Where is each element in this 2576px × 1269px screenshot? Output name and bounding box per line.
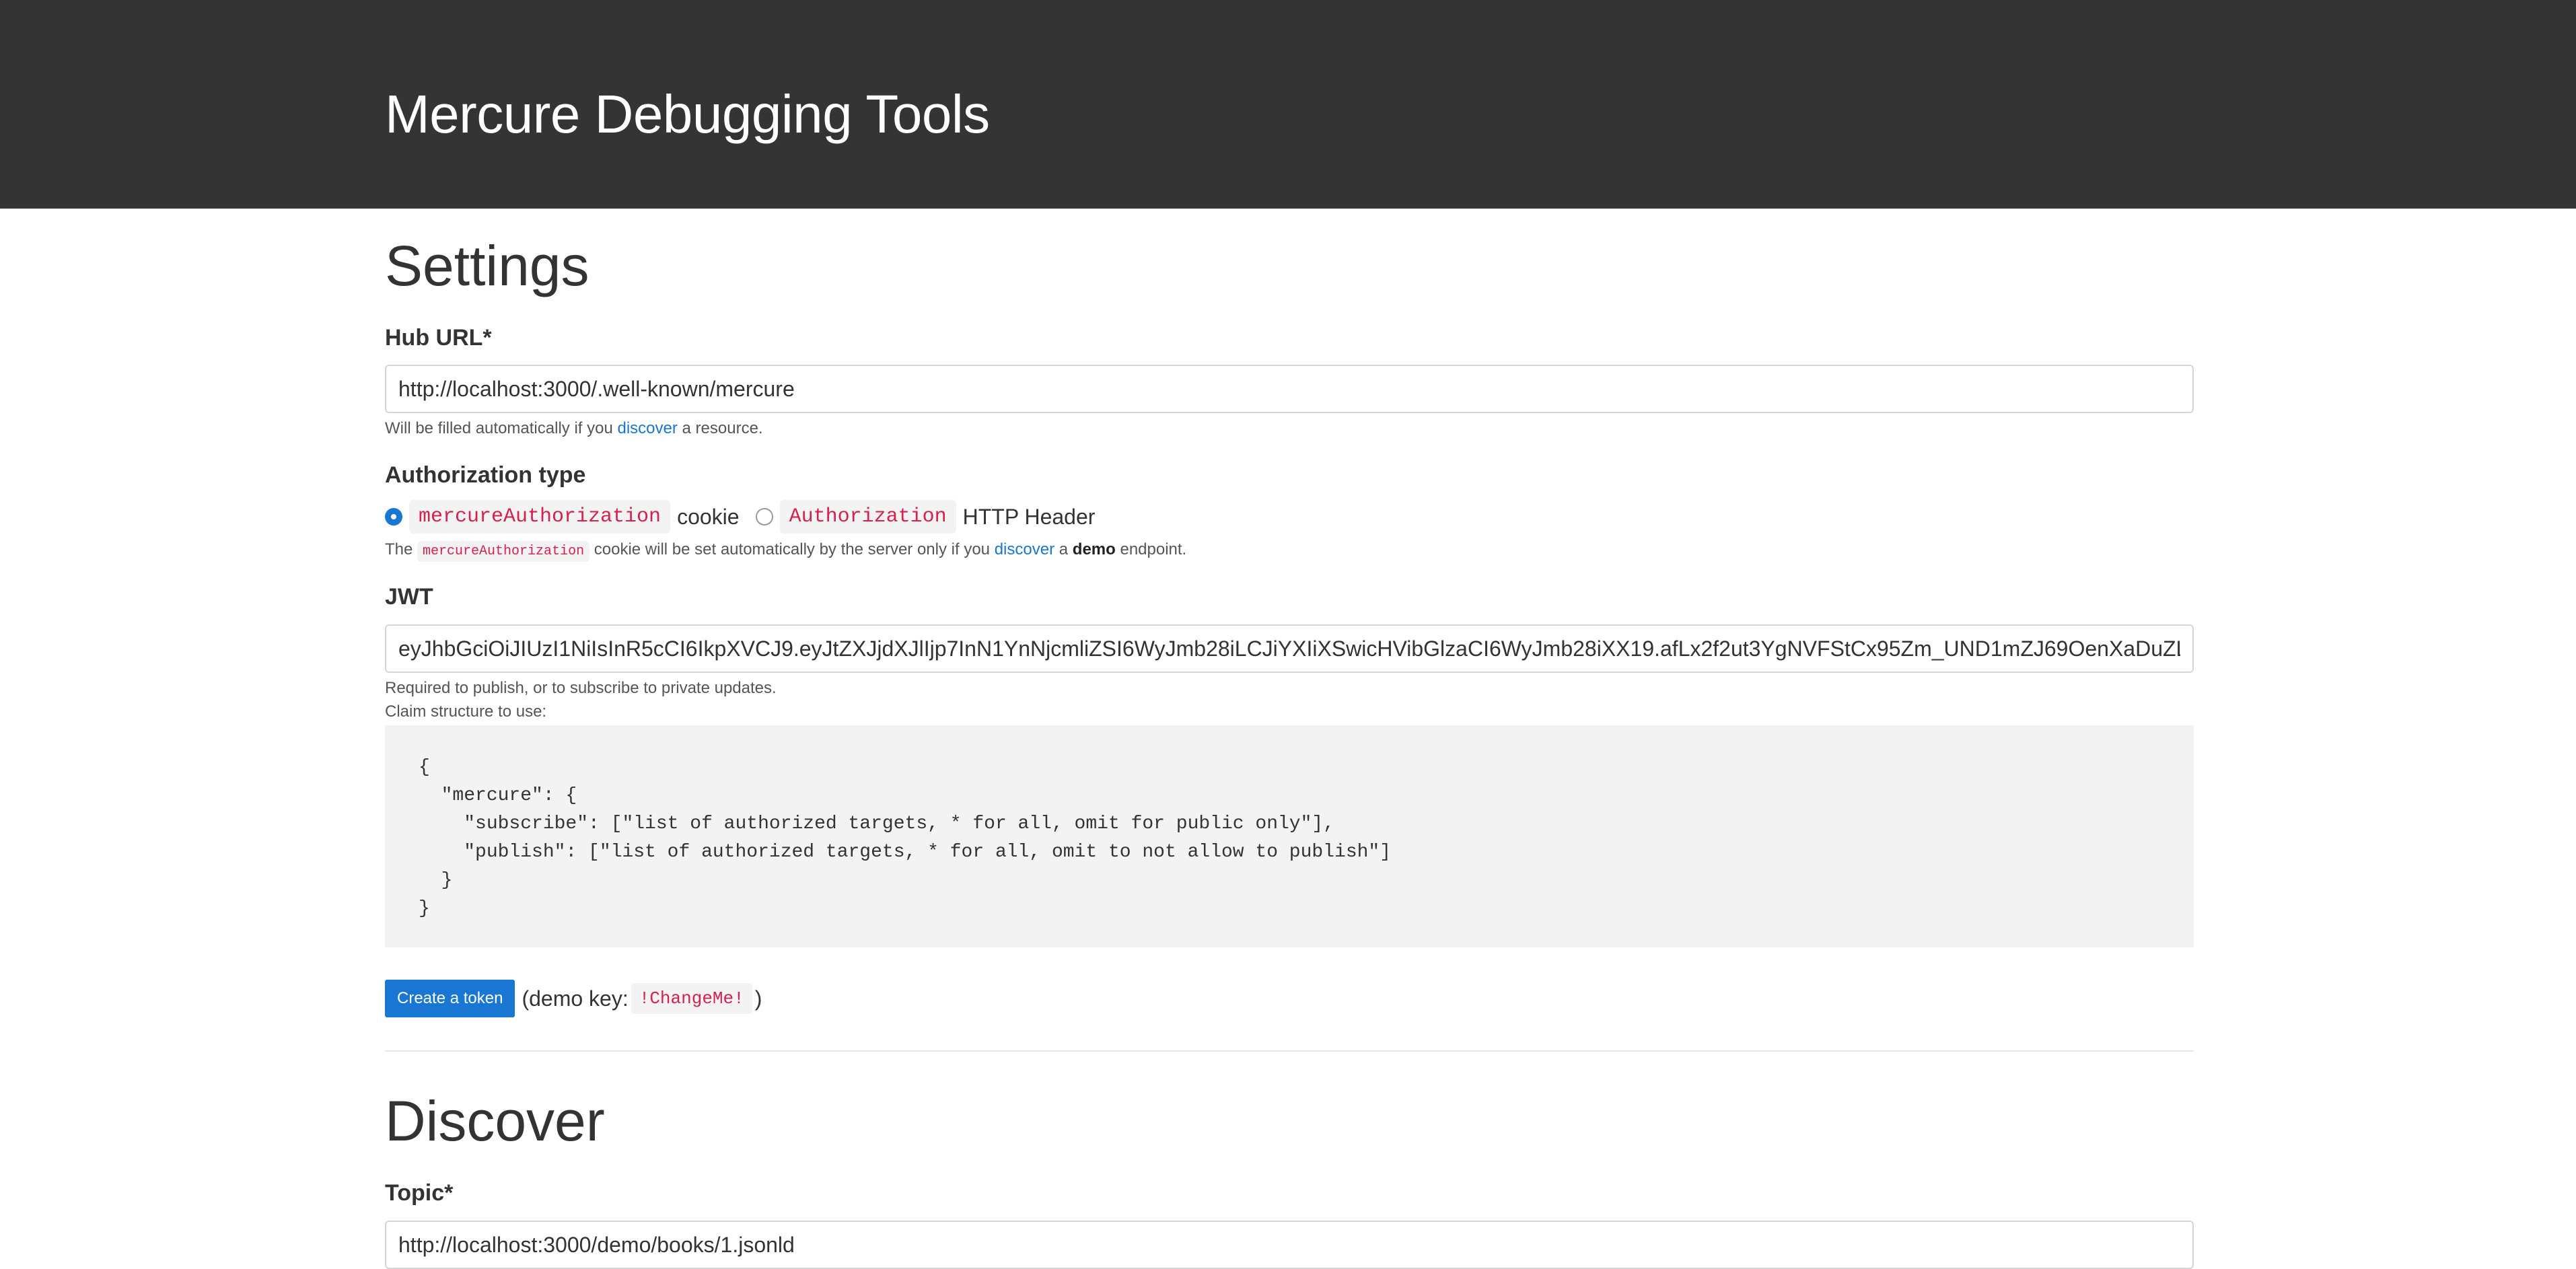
authorization-help-prefix: The [385,540,413,558]
jwt-input[interactable] [385,624,2194,673]
cookie-option-label: cookie [677,504,740,529]
hub-url-help-prefix: Will be filled automatically if you [385,419,613,437]
authorization-type-radio-group: mercureAuthorization cookie Authorizatio… [385,498,1095,536]
authorization-help-middle: cookie will be set automatically by the … [594,540,991,558]
cookie-option-code: mercureAuthorization [409,500,671,534]
http-header-option-label: HTTP Header [962,504,1096,529]
discover-section-title: Discover [385,1089,605,1153]
http-header-option-code: Authorization [779,500,956,534]
jwt-label: JWT [385,584,433,610]
http-header-radio-button[interactable] [755,508,773,525]
authorization-help-code: mercureAuthorization [417,541,590,562]
authorization-help-suffix: endpoint. [1120,540,1187,558]
demo-key-code: !ChangeMe! [631,983,752,1014]
app-title: Mercure Debugging Tools [385,84,990,144]
hub-url-discover-link[interactable]: discover [617,419,677,437]
top-header-bar: Mercure Debugging Tools [0,0,2576,209]
hub-url-input[interactable] [385,365,2194,413]
claim-structure-code-block: { "mercure": { "subscribe": ["list of au… [385,725,2194,947]
authorization-discover-link[interactable]: discover [995,540,1054,558]
cookie-radio-button[interactable] [385,508,402,525]
jwt-help-claim-structure: Claim structure to use: [385,702,547,721]
authorization-help-demo: demo [1072,540,1116,558]
demo-key-prefix: (demo key: [522,986,629,1011]
section-divider [385,1050,2194,1052]
create-token-row: Create a token (demo key: !ChangeMe! ) [385,980,762,1017]
settings-section-title: Settings [385,234,589,297]
hub-url-help: Will be filled automatically if you disc… [385,417,763,440]
authorization-type-label: Authorization type [385,462,586,488]
authorization-help: The mercureAuthorization cookie will be … [385,538,1186,563]
hub-url-help-suffix: a resource. [682,419,763,437]
hub-url-label: Hub URL* [385,325,492,351]
jwt-help-required: Required to publish, or to subscribe to … [385,679,777,697]
topic-label: Topic* [385,1180,454,1206]
authorization-help-a: a [1059,540,1069,558]
demo-key-suffix: ) [754,986,762,1011]
topic-input[interactable] [385,1221,2194,1269]
create-token-button[interactable]: Create a token [385,980,515,1017]
